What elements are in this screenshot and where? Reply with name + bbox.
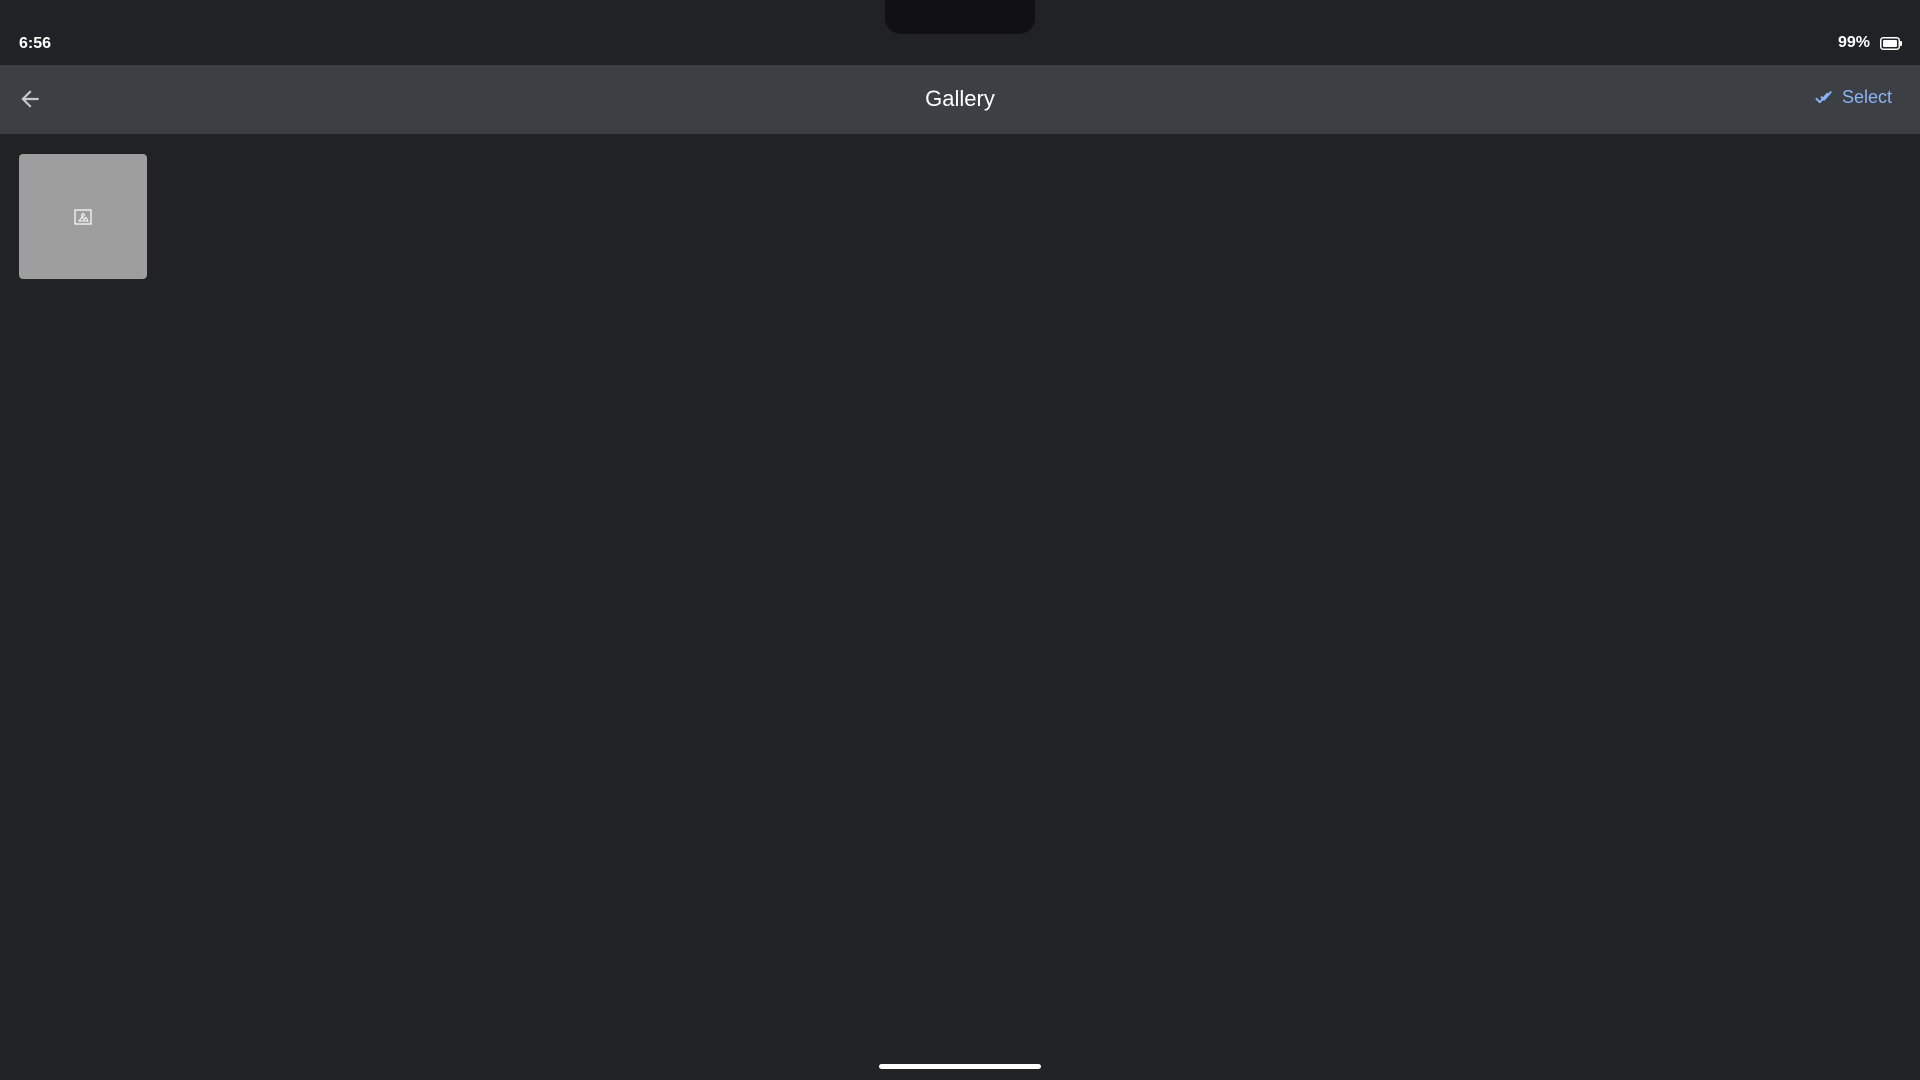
broken-image-icon xyxy=(74,208,92,225)
status-bar: 6:56 99% xyxy=(0,0,1920,64)
battery-percent: 99% xyxy=(1837,34,1870,51)
select-button[interactable]: Select xyxy=(1814,87,1892,108)
select-label: Select xyxy=(1841,87,1892,107)
app-bar: Gallery Select xyxy=(0,65,1920,134)
gallery-item[interactable] xyxy=(19,154,147,279)
status-time: 6:56 xyxy=(19,35,52,52)
battery-icon xyxy=(1880,36,1902,50)
double-check-icon xyxy=(1815,90,1832,103)
gallery-grid xyxy=(19,154,147,279)
home-indicator[interactable] xyxy=(879,1064,1041,1069)
battery-status: 99% xyxy=(1838,34,1902,52)
page-title: Gallery xyxy=(925,86,995,111)
gallery-screen: 6:56 99% Gallery Select xyxy=(0,0,1920,1080)
